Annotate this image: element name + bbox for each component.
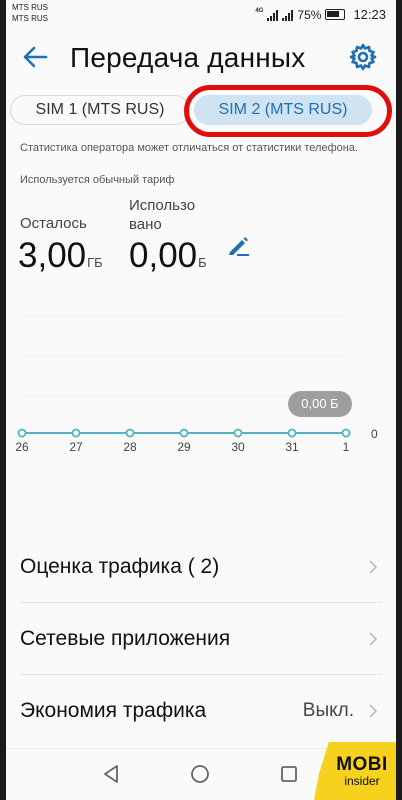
data-point [179,428,189,438]
data-point [17,428,27,438]
remaining-unit: ГБ [87,255,103,270]
back-triangle-icon[interactable] [98,761,124,787]
list-item-label: Оценка трафика ( 2) [20,554,220,578]
status-bar: MTS RUS MTS RUS 4G 75% 12:23 [6,0,396,30]
chevron-right-icon [369,631,378,646]
status-indicators: 4G 75% 12:23 [255,7,386,22]
page-title: Передача данных [70,42,306,73]
back-arrow-icon[interactable] [20,42,50,72]
battery-percent: 75% [297,7,322,22]
used-label-line2: вано [129,216,162,233]
x-tick-label: 28 [123,440,137,454]
used-label-line1: Использо [129,197,196,214]
carrier-2: MTS RUS [12,14,48,23]
used-number: 0,00 [129,236,198,275]
gear-icon[interactable] [348,42,378,72]
data-point [233,428,243,438]
data-point [341,428,351,438]
used-value: 0,00Б [129,236,207,276]
x-tick-label: 1 [343,440,350,454]
list-item-label: Экономия трафика [20,698,207,722]
remaining-value: 3,00ГБ [18,236,103,276]
x-tick-label: 27 [69,440,83,454]
battery-icon [325,9,346,20]
usage-stats: Осталось 3,00ГБ Использо вано 0,00Б [6,186,396,276]
remaining-label: Осталось [20,215,87,232]
logo-main-text: MOBI [336,753,388,775]
tab-sim1[interactable]: SIM 1 (MTS RUS) [10,95,190,125]
y-tick-label: 0 [371,427,378,441]
plan-label: Используется обычный тариф [20,174,175,186]
mobi-insider-logo: MOBI insider [314,742,396,800]
data-point [71,428,81,438]
app-header: Передача данных [6,30,396,85]
network-type: 4G [255,7,264,14]
operator-stats-note: Статистика оператора может отличаться от… [20,142,358,154]
x-tick-label: 31 [285,440,299,454]
remaining-number: 3,00 [18,236,87,275]
signal-icon-sim2 [282,9,294,21]
data-point [125,428,135,438]
list-item[interactable]: Оценка трафика ( 2) [6,531,396,602]
tooltip-label: 0,00 Б [301,396,338,411]
edit-pencil-icon[interactable] [226,232,252,258]
red-highlight-circle [184,85,392,137]
logo-sub-text: insider [344,773,380,788]
carrier-1: MTS RUS [12,3,48,12]
traffic-chart: 26 27 28 29 30 31 1 0 0,00 Б [6,276,396,531]
x-tick-label: 26 [15,440,29,454]
chevron-right-icon [369,703,378,718]
signal-icon-sim1 [267,9,279,21]
clock: 12:23 [353,7,386,22]
sim-tabs: SIM 1 (MTS RUS) SIM 2 (MTS RUS) [6,85,396,137]
used-unit: Б [198,255,207,270]
x-tick-label: 29 [177,440,191,454]
used-label: Использо вано [129,196,195,234]
chevron-right-icon [369,559,378,574]
list-item-value: Выкл. [302,699,354,721]
list-item[interactable]: Сетевые приложения [6,603,396,674]
chart-svg: 26 27 28 29 30 31 1 0 0,00 Б [15,315,378,454]
list-item-label: Сетевые приложения [20,626,231,650]
phone-screen: MTS RUS MTS RUS 4G 75% 12:23 Передача да… [6,0,396,800]
x-tick-label: 30 [231,440,245,454]
list-item[interactable]: Экономия трафика Выкл. [6,675,396,746]
home-circle-icon[interactable] [187,761,213,787]
data-point [287,428,297,438]
recent-apps-square-icon[interactable] [276,761,302,787]
settings-list: Оценка трафика ( 2) Сетевые приложения Эко… [6,531,396,746]
